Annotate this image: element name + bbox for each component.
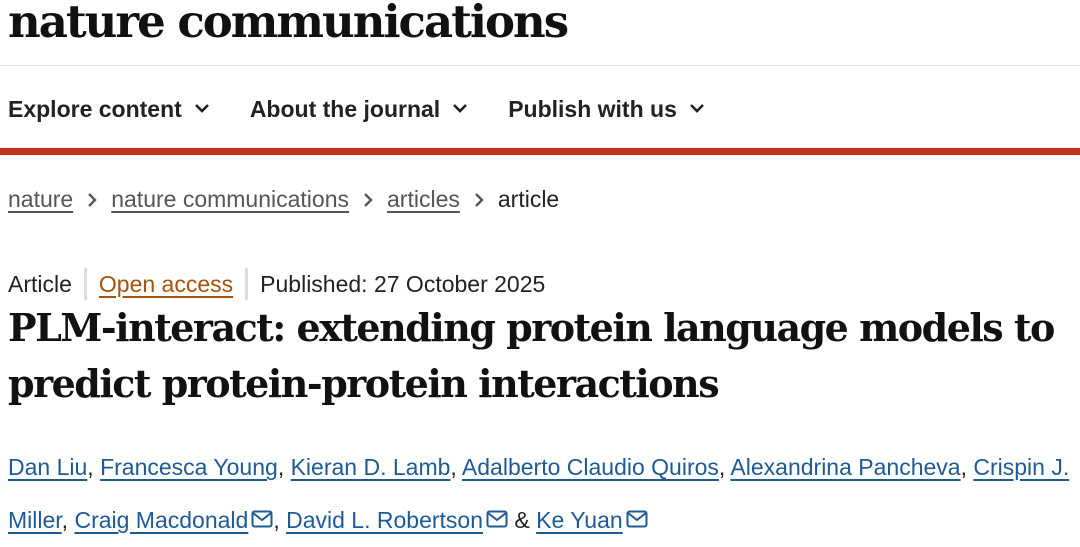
author-link[interactable]: Adalberto Claudio Quiros: [462, 454, 719, 480]
accent-bar: [0, 148, 1080, 155]
author-link[interactable]: Craig Macdonald: [74, 507, 248, 533]
meta-divider: [245, 268, 249, 300]
nav-label: Publish with us: [508, 95, 677, 122]
nav-label: Explore content: [8, 95, 182, 122]
mail-icon[interactable]: [626, 510, 648, 528]
author-ampersand: &: [514, 507, 530, 533]
article-title: PLM-interact: extending protein language…: [8, 305, 1055, 406]
nav-explore-content[interactable]: Explore content: [8, 96, 210, 123]
mail-icon[interactable]: [486, 510, 508, 528]
open-access-link[interactable]: Open access: [99, 271, 233, 298]
breadcrumb-nature-communications[interactable]: nature communications: [111, 186, 349, 213]
author-list: Dan Liu, Francesca Young, Kieran D. Lamb…: [8, 454, 1070, 533]
author-link[interactable]: Ke Yuan: [536, 507, 623, 533]
chevron-down-icon: [194, 104, 209, 113]
published-date: Published: 27 October 2025: [260, 270, 546, 297]
author-link[interactable]: Kieran D. Lamb: [291, 454, 451, 480]
mail-icon[interactable]: [251, 510, 273, 528]
article-meta: Article Open access Published: 27 Octobe…: [8, 268, 545, 300]
author-link[interactable]: Dan Liu: [8, 454, 87, 480]
nav-label: About the journal: [249, 95, 441, 122]
chevron-right-icon: [87, 192, 97, 208]
author-link[interactable]: Francesca Young: [100, 454, 278, 480]
site-logo[interactable]: nature communications: [8, 0, 569, 50]
nav-publish-with-us[interactable]: Publish with us: [508, 96, 705, 123]
breadcrumb-nature[interactable]: nature: [8, 186, 73, 213]
header-divider: [0, 65, 1080, 66]
chevron-right-icon: [474, 192, 484, 208]
chevron-right-icon: [363, 192, 373, 208]
author-link[interactable]: Alexandrina Pancheva: [730, 454, 960, 480]
author-link[interactable]: David L. Robertson: [286, 507, 483, 533]
article-type: Article: [8, 270, 72, 297]
nav-about-journal[interactable]: About the journal: [250, 96, 468, 123]
breadcrumb-articles[interactable]: articles: [387, 186, 460, 213]
chevron-down-icon: [689, 104, 704, 113]
main-nav: Explore content About the journal Publis…: [8, 90, 745, 128]
chevron-down-icon: [453, 104, 468, 113]
breadcrumb-current: article: [497, 186, 560, 212]
meta-divider: [83, 268, 87, 300]
breadcrumb: nature nature communications articles ar…: [8, 186, 559, 213]
